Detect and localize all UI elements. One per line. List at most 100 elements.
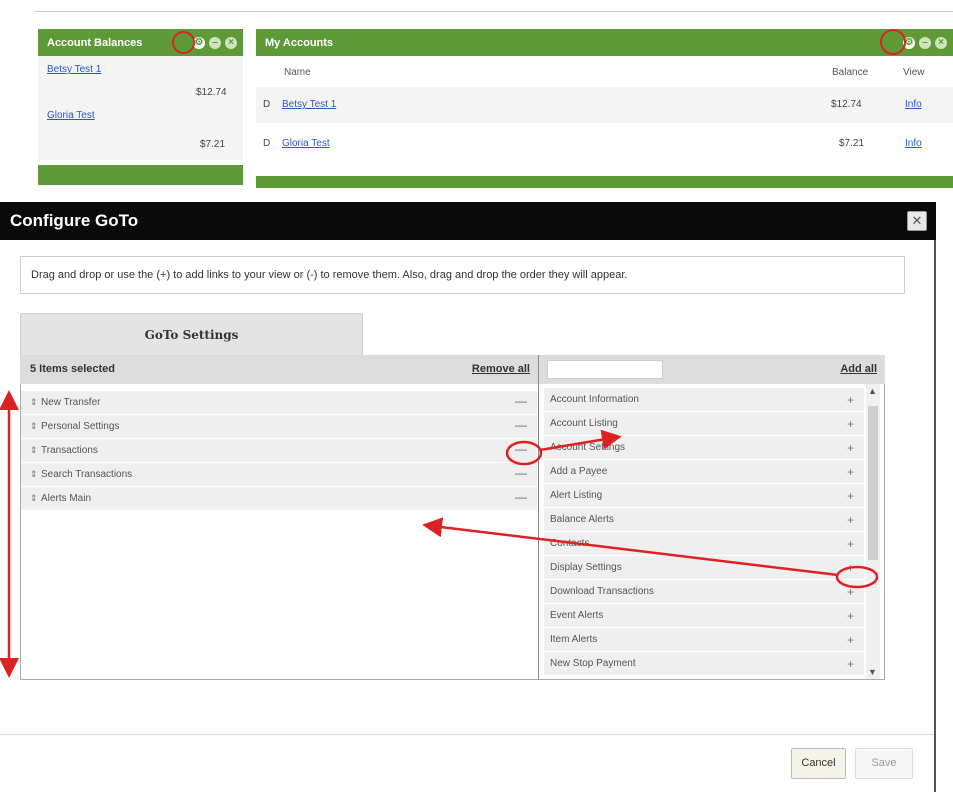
add-icon[interactable]: + — [847, 513, 854, 527]
dialog-title: Configure GoTo — [0, 202, 936, 240]
selected-list-header: 5 Items selected Remove all — [20, 355, 538, 384]
close-icon[interactable]: × — [225, 36, 237, 49]
selected-item-label: New Transfer — [41, 397, 101, 408]
close-button[interactable]: ✕ — [907, 211, 927, 231]
save-button[interactable]: Save — [855, 748, 913, 779]
search-input[interactable] — [547, 360, 663, 379]
available-item-label: Contacts — [550, 538, 590, 549]
add-icon[interactable]: + — [847, 609, 854, 623]
add-icon[interactable]: + — [847, 441, 854, 455]
account-balance: $12.74 — [831, 99, 862, 110]
account-link[interactable]: Betsy Test 1 — [282, 99, 336, 110]
dialog-footer-divider — [0, 734, 934, 735]
add-icon[interactable]: + — [847, 561, 854, 575]
selected-count: 5 Items selected — [30, 363, 115, 375]
selected-item-label: Personal Settings — [41, 421, 120, 432]
available-item-label: Alert Listing — [550, 490, 603, 501]
scroll-up-icon[interactable]: ▲ — [868, 386, 877, 396]
available-item-label: Account Listing — [550, 418, 618, 429]
panel-divider — [538, 355, 539, 680]
scroll-thumb[interactable] — [868, 406, 878, 560]
selected-item-label: Transactions — [41, 445, 98, 456]
add-icon[interactable]: + — [847, 489, 854, 503]
add-icon[interactable]: + — [847, 633, 854, 647]
remove-icon[interactable]: — — [515, 490, 527, 504]
account-link[interactable]: Betsy Test 1 — [47, 64, 101, 75]
drag-handle-icon[interactable]: ⇕ — [30, 397, 38, 408]
minimize-icon[interactable]: – — [919, 36, 931, 49]
add-icon[interactable]: + — [847, 417, 854, 431]
column-header-name: Name — [284, 67, 311, 78]
table-row: D Betsy Test 1 $12.74 Info — [256, 87, 953, 123]
available-item[interactable]: Contacts + — [544, 532, 864, 556]
selected-item[interactable]: ⇕ Personal Settings — — [21, 415, 537, 439]
add-icon[interactable]: + — [847, 585, 854, 599]
selected-item[interactable]: ⇕ Transactions — — [21, 439, 537, 463]
my-accounts-title: My Accounts — [265, 36, 334, 49]
available-list-scrollbar[interactable]: ▲ ▼ — [866, 384, 880, 679]
close-icon: ✕ — [911, 213, 923, 228]
account-link[interactable]: Gloria Test — [282, 138, 330, 149]
dialog-title-text: Configure GoTo — [10, 211, 139, 230]
available-item[interactable]: Item Alerts + — [544, 628, 864, 652]
selected-item[interactable]: ⇕ Alerts Main — — [21, 487, 537, 511]
available-item-label: Item Alerts — [550, 634, 598, 645]
available-item-label: Account Settings — [550, 442, 626, 453]
close-icon[interactable]: × — [935, 36, 947, 49]
selected-item-label: Alerts Main — [41, 493, 92, 504]
account-type: D — [263, 138, 271, 149]
account-balances-title: Account Balances — [47, 36, 143, 49]
column-header-view: View — [903, 67, 925, 78]
available-item-label: Event Alerts — [550, 610, 604, 621]
selected-item[interactable]: ⇕ Search Transactions — — [21, 463, 537, 487]
available-item-label: Balance Alerts — [550, 514, 614, 525]
drag-handle-icon[interactable]: ⇕ — [30, 493, 38, 504]
account-link[interactable]: Gloria Test — [47, 110, 95, 121]
drag-handle-icon[interactable]: ⇕ — [30, 421, 38, 432]
remove-icon[interactable]: — — [515, 394, 527, 408]
table-row: D Gloria Test $7.21 Info — [256, 126, 953, 162]
available-item-label: Download Transactions — [550, 586, 654, 597]
available-item[interactable]: Account Settings + — [544, 436, 864, 460]
scroll-down-icon[interactable]: ▼ — [868, 667, 877, 677]
remove-icon[interactable]: — — [515, 442, 527, 456]
available-item[interactable]: Display Settings + — [544, 556, 864, 580]
add-icon[interactable]: + — [847, 465, 854, 479]
add-icon[interactable]: + — [847, 657, 854, 671]
add-icon[interactable]: + — [847, 537, 854, 551]
cancel-button[interactable]: Cancel — [791, 748, 846, 779]
info-link[interactable]: Info — [905, 138, 922, 149]
highlight-ring — [172, 31, 195, 54]
available-item[interactable]: Balance Alerts + — [544, 508, 864, 532]
info-link[interactable]: Info — [905, 99, 922, 110]
remove-icon[interactable]: — — [515, 466, 527, 480]
available-item[interactable]: Account Listing + — [544, 412, 864, 436]
account-balance: $7.21 — [839, 138, 865, 149]
add-all-link[interactable]: Add all — [840, 363, 877, 375]
selected-item-label: Search Transactions — [41, 469, 133, 480]
account-balance: $12.74 — [196, 87, 227, 98]
tab-goto-settings[interactable]: GoTo Settings — [20, 313, 363, 355]
available-item[interactable]: New Stop Payment + — [544, 652, 864, 676]
drag-handle-icon[interactable]: ⇕ — [30, 469, 38, 480]
remove-all-link[interactable]: Remove all — [472, 363, 530, 375]
available-list-header: Add all — [539, 355, 885, 384]
remove-icon[interactable]: — — [515, 418, 527, 432]
account-type: D — [263, 99, 271, 110]
account-balances-header: Account Balances ⚙ – × — [38, 29, 243, 56]
drag-handle-icon[interactable]: ⇕ — [30, 445, 38, 456]
available-item[interactable]: Download Transactions + — [544, 580, 864, 604]
available-item-label: Display Settings — [550, 562, 622, 573]
available-item[interactable]: Event Alerts + — [544, 604, 864, 628]
available-item-label: Account Information — [550, 394, 639, 405]
available-item[interactable]: Alert Listing + — [544, 484, 864, 508]
minimize-icon[interactable]: – — [209, 36, 221, 49]
next-widget-header — [38, 165, 243, 185]
available-item[interactable]: Add a Payee + — [544, 460, 864, 484]
available-item-label: Add a Payee — [550, 466, 608, 477]
next-widget-header — [256, 176, 953, 188]
available-item-label: New Stop Payment — [550, 658, 636, 669]
selected-item[interactable]: ⇕ New Transfer — — [21, 391, 537, 415]
add-icon[interactable]: + — [847, 393, 854, 407]
available-item[interactable]: Account Information + — [544, 388, 864, 412]
